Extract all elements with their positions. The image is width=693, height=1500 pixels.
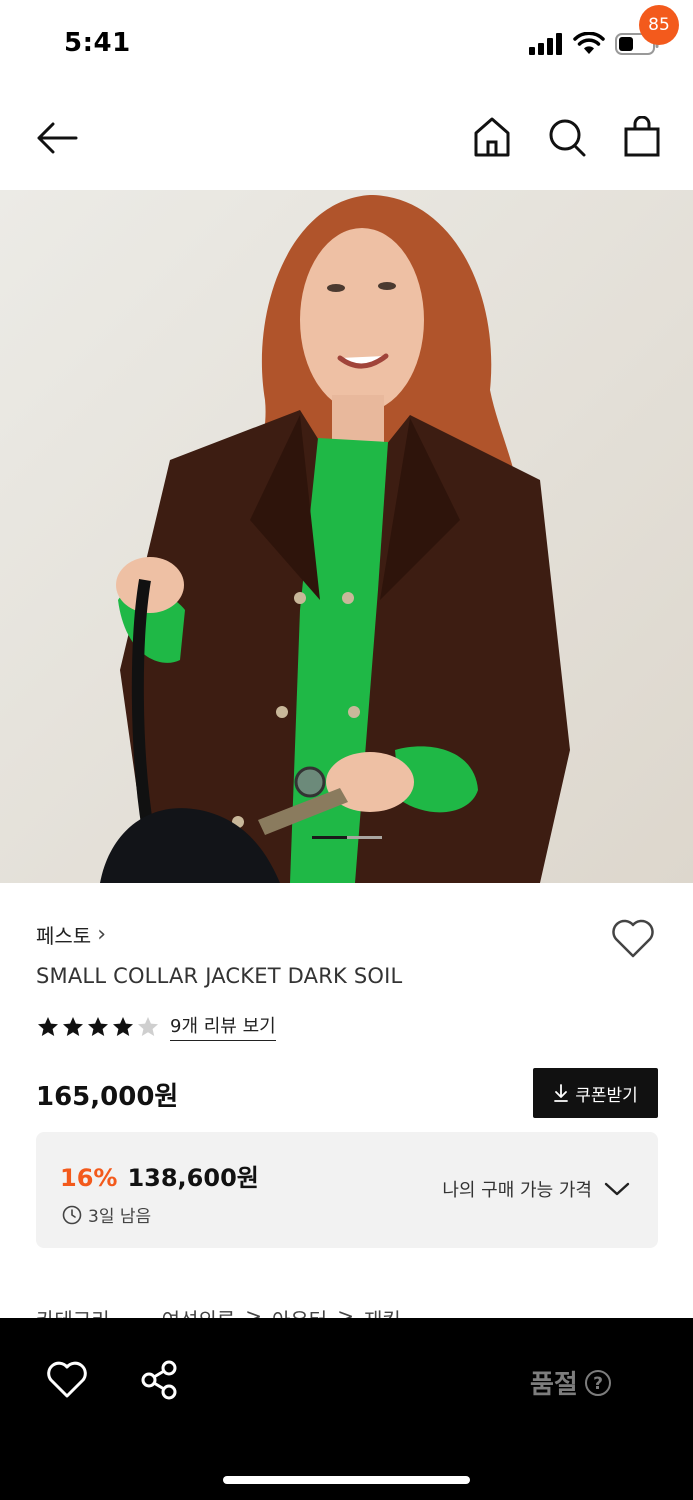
star-filled-icon xyxy=(113,1016,133,1036)
remaining-time: 3일 남음 xyxy=(62,1202,151,1227)
pager-segment-active xyxy=(312,836,347,839)
star-filled-icon xyxy=(38,1016,58,1036)
pager-segment xyxy=(347,836,382,839)
clock-icon xyxy=(62,1205,82,1224)
sold-out-label: 품절 xyxy=(530,1370,578,1400)
my-price-label: 나의 구매 가능 가격 xyxy=(442,1180,592,1201)
sold-out-status: 품절 ? xyxy=(530,1364,612,1401)
star-empty-icon xyxy=(138,1016,158,1036)
discount-price: 138,600원 xyxy=(127,1164,259,1192)
status-time: 5:41 xyxy=(64,28,131,58)
review-link[interactable]: 9개 리뷰 보기 xyxy=(170,1012,276,1041)
heart-outline-icon[interactable] xyxy=(610,918,656,960)
bottom-action-bar: 품절 ? xyxy=(0,1318,693,1500)
svg-text:?: ? xyxy=(593,1374,603,1394)
cart-count-badge: 85 xyxy=(639,5,679,45)
carousel-pager xyxy=(312,836,382,839)
share-icon[interactable] xyxy=(138,1360,180,1400)
star-rating xyxy=(36,1015,160,1039)
brand-link[interactable]: 페스토 › xyxy=(36,920,106,949)
download-icon xyxy=(554,1084,569,1102)
status-bar: 5:41 xyxy=(0,0,693,90)
product-image-carousel[interactable] xyxy=(0,190,693,883)
coupon-button-label: 쿠폰받기 xyxy=(575,1085,638,1106)
chevron-right-icon: › xyxy=(97,922,107,947)
rating-row: 9개 리뷰 보기 xyxy=(36,1012,276,1041)
category-breadcrumb: 카테고리 여성의류 > 아우터 > 재킷 xyxy=(36,1300,401,1320)
back-arrow-icon[interactable] xyxy=(34,118,80,158)
status-icons xyxy=(529,32,659,56)
discount-price-box: 16% 138,600원 3일 남음 나의 구매 가능 가격 xyxy=(36,1132,658,1248)
product-name: SMALL COLLAR JACKET DARK SOIL xyxy=(36,964,403,988)
original-price: 165,000원 xyxy=(36,1082,179,1112)
signal-icon xyxy=(529,33,562,55)
search-icon[interactable] xyxy=(547,116,587,158)
heart-outline-icon[interactable] xyxy=(46,1360,88,1400)
shopping-bag-icon[interactable] xyxy=(622,116,662,158)
help-circle-icon[interactable]: ? xyxy=(584,1369,612,1397)
my-price-toggle[interactable]: 나의 구매 가능 가격 xyxy=(442,1176,630,1202)
chevron-down-icon xyxy=(604,1182,630,1196)
wifi-icon xyxy=(573,32,605,54)
top-nav-bar xyxy=(0,90,693,190)
star-filled-icon xyxy=(88,1016,108,1036)
home-indicator xyxy=(223,1476,470,1484)
coupon-button[interactable]: 쿠폰받기 xyxy=(533,1068,658,1118)
discount-rate: 16% xyxy=(60,1164,118,1192)
home-icon[interactable] xyxy=(472,116,512,158)
brand-name: 페스토 xyxy=(36,924,92,948)
product-photo xyxy=(0,190,693,883)
remaining-label: 3일 남음 xyxy=(88,1207,152,1227)
star-filled-icon xyxy=(63,1016,83,1036)
discount-line: 16% 138,600원 xyxy=(60,1158,259,1193)
